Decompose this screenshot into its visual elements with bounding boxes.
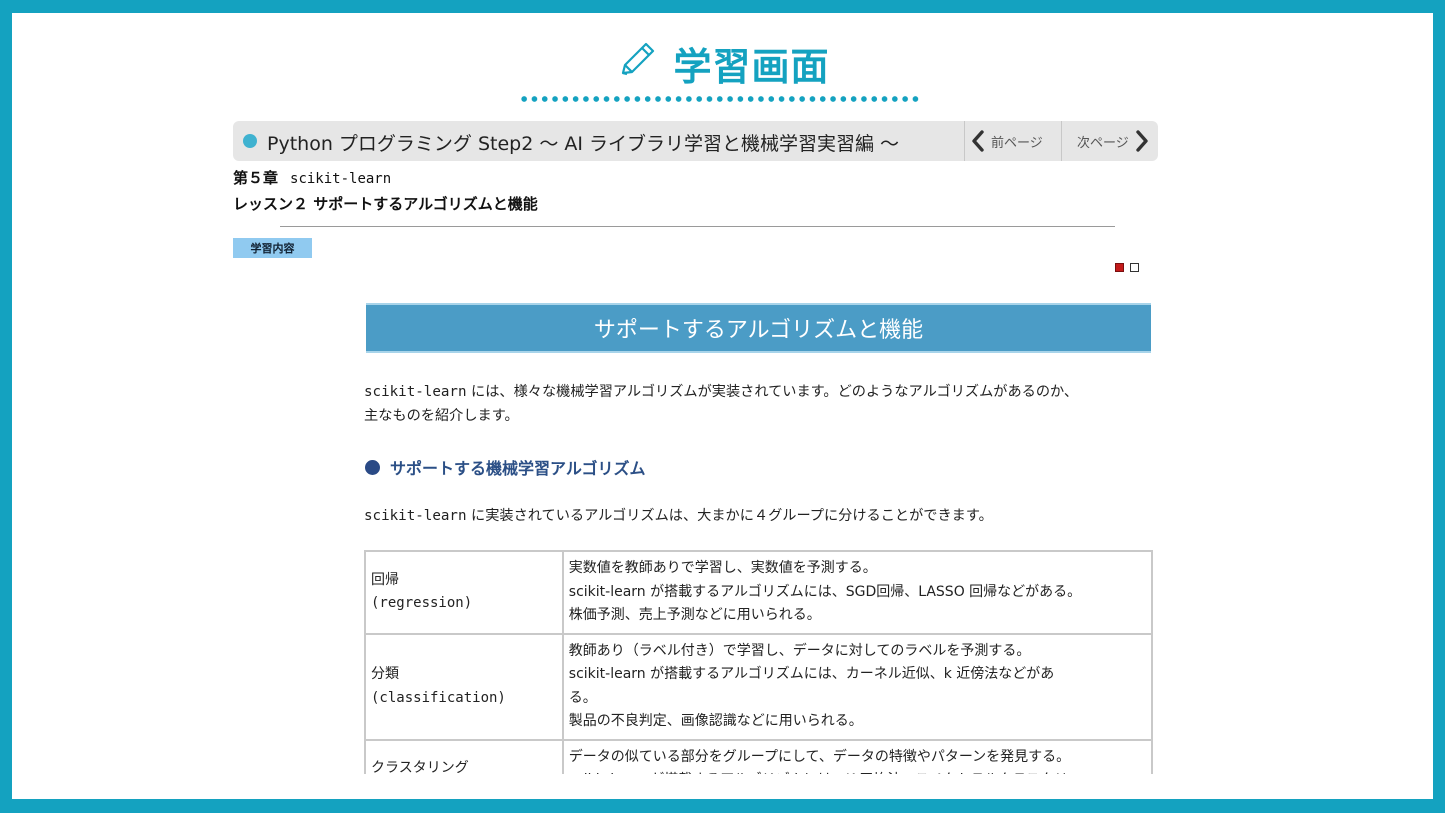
intro-line-1: には、様々な機械学習アルゴリズムが実装されています。どのようなアルゴリズムがある… bbox=[466, 384, 1079, 400]
page-dot-1[interactable] bbox=[1115, 263, 1124, 272]
intro-line-2: 主なものを紹介します。 bbox=[364, 408, 519, 424]
table-row: 回帰 (regression) 実数値を教師ありで学習し、実数値を予測する。 scik… bbox=[364, 550, 1154, 635]
algorithm-description-cell: データの似ている部分をグループにして、データの特徴やパターンを発見する。 scik… bbox=[561, 738, 1154, 774]
algorithm-english-name: (regression) bbox=[371, 595, 473, 612]
intro-paragraph: scikit-learn には、様々な機械学習アルゴリズムが実装されています。ど… bbox=[364, 380, 1154, 428]
groups-paragraph: scikit-learn に実装されているアルゴリズムは、大まかに４グループに分… bbox=[364, 505, 993, 525]
algorithm-name: 分類 bbox=[371, 666, 399, 682]
table-row: 分類 (classification) 教師あり（ラベル付き）で学習し、データに対し… bbox=[364, 632, 1154, 741]
page-title: 学習画面 bbox=[673, 44, 830, 89]
screenshot-frame: 学習画面 Python プログラミング Step2 ～ AI ライブラリ学習と機… bbox=[0, 0, 1445, 813]
algorithm-description-cell: 実数値を教師ありで学習し、実数値を予測する。 scikit-learn が搭載する… bbox=[561, 550, 1154, 635]
description-line: 製品の不良判定、画像認識などに用いられる。 bbox=[568, 713, 863, 729]
title-underline bbox=[519, 96, 922, 102]
nav-divider bbox=[1061, 121, 1062, 161]
prev-page-label: 前ページ bbox=[991, 135, 1043, 151]
description-line: scikit-learn が搭載するアルゴリズムには、K 平均法、スペクトラルク… bbox=[569, 769, 1146, 774]
prev-page-button[interactable]: 前ページ bbox=[971, 121, 1063, 161]
table-row: クラスタリング データの似ている部分をグループにして、データの特徴やパターンを発見… bbox=[364, 738, 1154, 774]
section-heading: サポートするアルゴリズムと機能 bbox=[366, 303, 1151, 353]
algorithm-name-cell: クラスタリング bbox=[364, 738, 564, 774]
algorithm-name-cell: 分類 (classification) bbox=[364, 632, 564, 741]
algorithm-description-cell: 教師あり（ラベル付き）で学習し、データに対してのラベルを予測する。 scikit-… bbox=[561, 632, 1154, 741]
chevron-right-icon bbox=[1135, 130, 1149, 152]
subheading: サポートする機械学習アルゴリズム bbox=[365, 455, 646, 479]
algorithm-table-viewport[interactable]: 回帰 (regression) 実数値を教師ありで学習し、実数値を予測する。 scik… bbox=[364, 550, 1154, 774]
nav-divider bbox=[964, 121, 965, 161]
algorithm-name: 回帰 bbox=[371, 571, 399, 588]
lesson-title: レッスン２ サポートするアルゴリズムと機能 bbox=[233, 195, 538, 213]
course-bar: Python プログラミング Step2 ～ AI ライブラリ学習と機械学習実習… bbox=[233, 121, 1158, 161]
description-line: 教師あり（ラベル付き）で学習し、データに対してのラベルを予測する。 bbox=[568, 642, 1031, 659]
chevron-left-icon bbox=[971, 130, 985, 152]
page-dot-2[interactable] bbox=[1130, 263, 1139, 272]
algorithm-name-cell: 回帰 (regression) bbox=[364, 550, 564, 635]
description-line: scikit-learn が搭載するアルゴリズムには、SGD回帰、LASSO 回… bbox=[568, 583, 1082, 600]
course-bullet-icon bbox=[243, 134, 257, 148]
description-line: 実数値を教師ありで学習し、実数値を予測する。 bbox=[568, 560, 877, 576]
bullet-icon bbox=[365, 459, 380, 475]
subheading-text: サポートする機械学習アルゴリズム bbox=[390, 459, 646, 478]
intro-code: scikit-learn bbox=[364, 384, 467, 400]
description-line: る。 bbox=[568, 689, 597, 706]
description-line: scikit-learn が搭載するアルゴリズムには、カーネル近似、k 近傍法な… bbox=[568, 666, 1055, 682]
algorithm-table: 回帰 (regression) 実数値を教師ありで学習し、実数値を予測する。 scik… bbox=[364, 550, 1154, 774]
divider bbox=[280, 226, 1115, 227]
study-content-badge: 学習内容 bbox=[233, 238, 312, 258]
course-title: Python プログラミング Step2 ～ AI ライブラリ学習と機械学習実習… bbox=[267, 133, 900, 155]
description-line: データの似ている部分をグループにして、データの特徴やパターンを発見する。 bbox=[568, 748, 1071, 765]
para-text: に実装されているアルゴリズムは、大まかに４グループに分けることができます。 bbox=[466, 508, 993, 524]
chapter-heading: 第５章 scikit-learn bbox=[233, 167, 391, 188]
chapter-name: scikit-learn bbox=[290, 171, 392, 187]
description-line: 株価予測、売上予測などに用いられる。 bbox=[568, 607, 821, 623]
algorithm-name: クラスタリング bbox=[371, 760, 469, 774]
next-page-button[interactable]: 次ページ bbox=[1077, 121, 1157, 161]
algorithm-english-name: (classification) bbox=[371, 689, 506, 706]
next-page-label: 次ページ bbox=[1077, 135, 1129, 151]
chapter-label: 第５章 bbox=[233, 169, 279, 187]
para-code: scikit-learn bbox=[364, 508, 467, 524]
page-indicator bbox=[1115, 263, 1139, 272]
page-header: 学習画面 bbox=[12, 36, 1433, 90]
pencil-icon bbox=[615, 39, 659, 87]
